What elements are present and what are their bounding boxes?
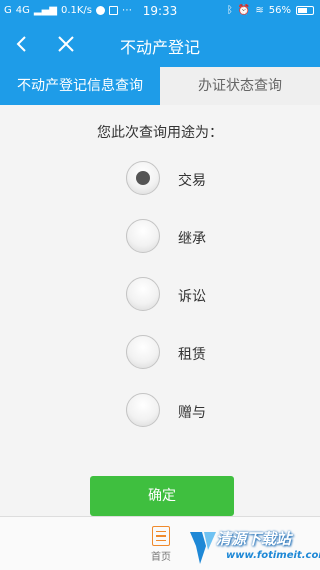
close-icon: [58, 36, 74, 52]
option-lease[interactable]: 租赁: [126, 335, 236, 371]
close-button[interactable]: [50, 28, 82, 60]
document-list-icon: [152, 526, 170, 546]
page-title: 不动产登记: [119, 38, 200, 57]
nav-home[interactable]: 首页: [144, 523, 178, 567]
option-label: 租赁: [178, 347, 206, 363]
chevron-left-icon: [16, 36, 26, 52]
option-inheritance[interactable]: 继承: [126, 219, 236, 255]
status-right: ᛒ ⏰ ≋ 56%: [227, 5, 314, 16]
radio-button[interactable]: [126, 335, 160, 369]
option-label: 交易: [178, 173, 206, 189]
bluetooth-icon: ᛒ: [226, 5, 233, 16]
watermark-title: 清源下载站: [216, 530, 292, 548]
option-gift[interactable]: 赠与: [126, 393, 236, 429]
radio-button[interactable]: [126, 277, 160, 311]
nav-home-label: 首页: [151, 552, 171, 563]
back-button[interactable]: [6, 28, 38, 60]
alarm-icon: ⏰: [237, 5, 251, 16]
watermark-logo: 清源下载站 www.fotimeit.com: [188, 526, 320, 566]
navigation-bar: 不动产登记: [0, 22, 320, 67]
tab-registration-info-query[interactable]: 不动产登记信息查询: [0, 67, 160, 105]
option-label: 赠与: [178, 405, 206, 421]
radio-button[interactable]: [126, 161, 160, 195]
status-bar: G 4G ▂▄▆ 0.1K/s ⋯ 19:33 ᛒ ⏰ ≋ 56%: [0, 0, 320, 22]
tab-certificate-status-query[interactable]: 办证状态查询: [160, 67, 320, 105]
confirm-button[interactable]: 确定: [90, 476, 234, 516]
watermark-url: www.fotimeit.com: [226, 550, 320, 561]
option-litigation[interactable]: 诉讼: [126, 277, 236, 313]
option-label: 继承: [178, 231, 206, 247]
wifi-icon: ≋: [255, 5, 264, 16]
battery-percent: 56%: [268, 5, 291, 16]
radio-button[interactable]: [126, 393, 160, 427]
radio-selected-dot: [136, 171, 150, 185]
tab-bar: 不动产登记信息查询 办证状态查询: [0, 67, 320, 105]
option-label: 诉讼: [178, 289, 206, 305]
logo-mark-icon: [190, 532, 216, 564]
battery-icon: [296, 6, 314, 15]
option-trade[interactable]: 交易: [126, 161, 236, 197]
radio-button[interactable]: [126, 219, 160, 253]
query-purpose-question: 您此次查询用途为：: [97, 125, 223, 141]
